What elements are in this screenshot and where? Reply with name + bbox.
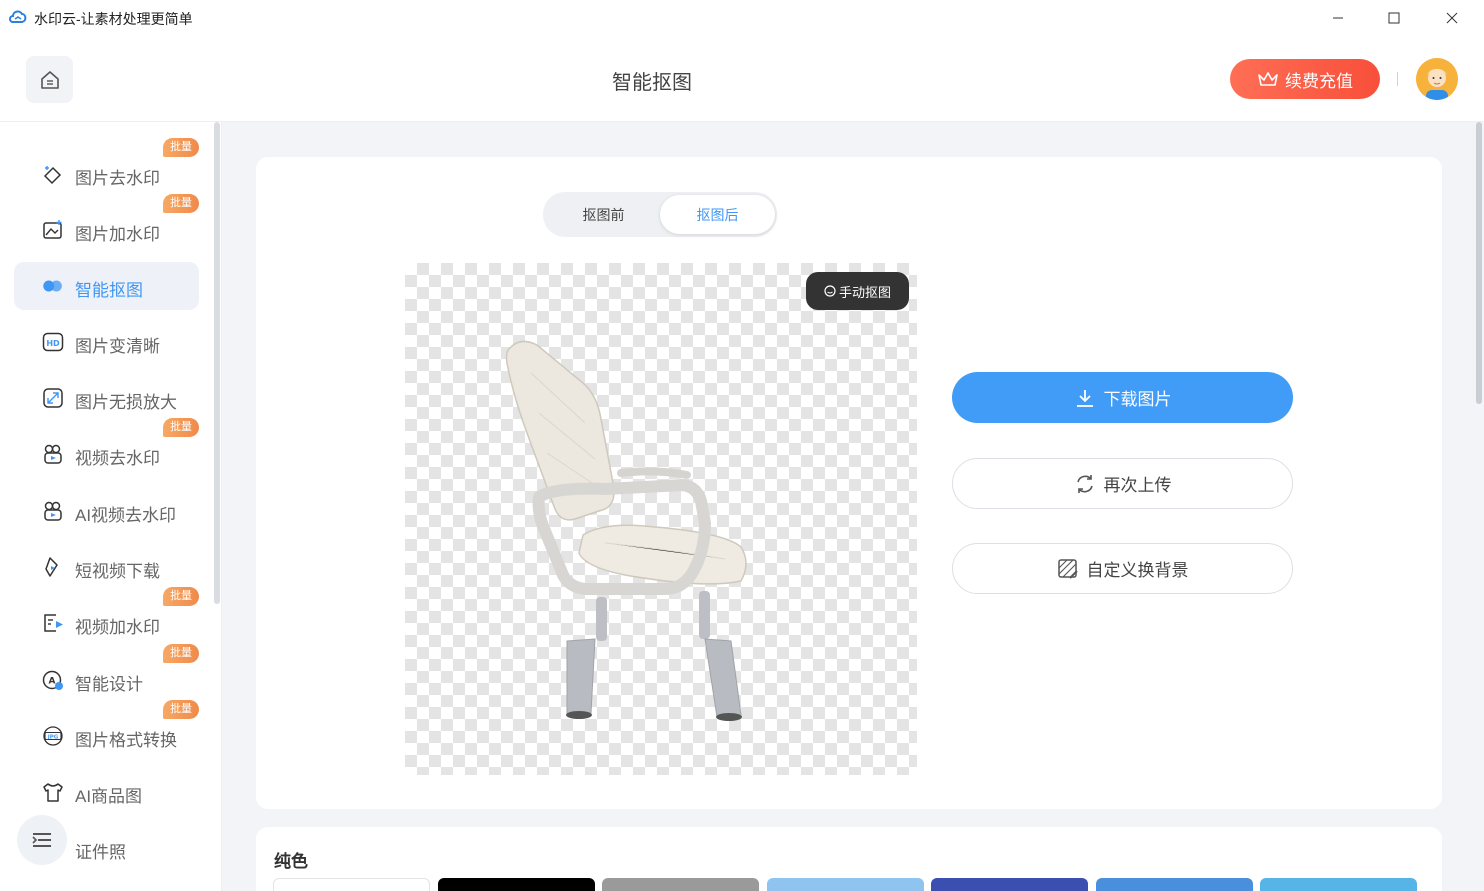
- window-title: 水印云-让素材处理更简单: [34, 11, 193, 27]
- image-add-watermark-icon: [43, 220, 62, 239]
- svg-text:HD: HD: [46, 339, 60, 348]
- sidebar-item-label: 图片无损放大: [75, 393, 177, 412]
- smile-icon: [824, 285, 836, 297]
- sidebar-item-short-video-download[interactable]: 短视频下载: [14, 543, 199, 591]
- app-header: 智能抠图 续费充值: [0, 36, 1484, 122]
- batch-badge: 批量: [163, 700, 199, 719]
- enlarge-icon: [43, 388, 63, 408]
- sidebar-item-label: 图片去水印: [75, 169, 160, 188]
- maximize-button[interactable]: [1371, 0, 1417, 36]
- reupload-button[interactable]: 再次上传: [952, 458, 1293, 509]
- reupload-label: 再次上传: [1103, 476, 1172, 495]
- close-icon: [1446, 12, 1458, 24]
- tab-after-cutout[interactable]: 抠图后: [660, 195, 775, 234]
- smart-design-icon: A: [42, 670, 63, 690]
- sidebar-item-label: AI商品图: [75, 787, 143, 806]
- content-scrollbar[interactable]: [1476, 122, 1482, 404]
- sidebar-item-label: 视频加水印: [75, 618, 160, 637]
- header-divider: [1397, 72, 1398, 86]
- swatch-blue[interactable]: [1096, 878, 1253, 891]
- title-bar: 水印云-让素材处理更简单: [0, 0, 1484, 36]
- hd-icon: HD: [42, 332, 64, 352]
- sidebar-item-image-sharpen[interactable]: HD 图片变清晰: [14, 318, 199, 366]
- sidebar-item-image-enlarge[interactable]: 图片无损放大: [14, 374, 199, 422]
- ai-product-image-icon: [43, 783, 63, 802]
- sidebar-item-label: 图片格式转换: [75, 731, 177, 750]
- swatch-gray[interactable]: [602, 878, 759, 891]
- crown-icon: [1258, 72, 1278, 86]
- swatch-black[interactable]: [438, 878, 595, 891]
- sidebar-scrollbar[interactable]: [214, 122, 220, 604]
- sidebar-item-video-add-watermark[interactable]: 视频加水印 批量: [14, 587, 199, 647]
- sidebar: 图片去水印 批量 图片加水印 批量 智能抠图 HD 图片变清晰 图片无损放大 视…: [0, 122, 222, 891]
- sidebar-item-ai-product-image[interactable]: AI商品图: [14, 768, 199, 816]
- image-remove-watermark-icon: [43, 166, 62, 185]
- jpg-convert-icon: JPG: [43, 726, 63, 746]
- sidebar-item-label: 短视频下载: [75, 562, 160, 581]
- sidebar-item-label: 图片加水印: [75, 225, 160, 244]
- sidebar-item-video-remove-watermark[interactable]: 视频去水印 批量: [14, 418, 199, 478]
- video-remove-watermark-icon: [44, 444, 62, 464]
- menu-collapse-icon: [32, 833, 51, 847]
- refresh-icon: [1076, 474, 1093, 493]
- renew-button[interactable]: 续费充值: [1230, 59, 1380, 99]
- collapse-menu-button[interactable]: [17, 815, 67, 865]
- download-icon: [1076, 389, 1093, 407]
- renew-label: 续费充值: [1285, 71, 1353, 91]
- sidebar-item-label: 智能抠图: [75, 281, 143, 300]
- manual-cutout-button[interactable]: 手动抠图: [806, 272, 909, 310]
- download-image-button[interactable]: 下载图片: [952, 372, 1293, 423]
- sidebar-item-smart-design[interactable]: A 智能设计 批量: [14, 644, 199, 704]
- ai-video-remove-watermark-icon: [44, 501, 62, 521]
- sidebar-item-image-remove-watermark[interactable]: 图片去水印 批量: [14, 138, 199, 198]
- sidebar-item-label: 图片变清晰: [75, 337, 160, 356]
- tab-before-cutout[interactable]: 抠图前: [546, 195, 661, 234]
- sidebar-item-label: AI视频去水印: [75, 506, 177, 525]
- sidebar-item-label: 视频去水印: [75, 449, 160, 468]
- short-video-download-icon: [45, 557, 58, 577]
- swatch-dark-blue[interactable]: [931, 878, 1088, 891]
- maximize-icon: [1388, 12, 1400, 24]
- svg-text:JPG: JPG: [47, 734, 59, 740]
- swatch-light-blue[interactable]: [767, 878, 924, 891]
- app-logo-icon: [9, 10, 27, 23]
- batch-badge: 批量: [163, 587, 199, 606]
- close-button[interactable]: [1429, 0, 1475, 36]
- minimize-icon: [1333, 17, 1343, 19]
- compare-toggle: 抠图前 抠图后: [543, 192, 777, 237]
- swatch-white[interactable]: [273, 878, 430, 891]
- batch-badge: 批量: [163, 644, 199, 663]
- cutout-chair-image: [505, 340, 747, 721]
- solid-color-title: 纯色: [274, 852, 308, 871]
- batch-badge: 批量: [163, 138, 199, 157]
- video-add-watermark-icon: [44, 614, 63, 632]
- minimize-button[interactable]: [1315, 0, 1361, 36]
- sidebar-item-image-format-convert[interactable]: JPG 图片格式转换 批量: [14, 700, 199, 760]
- batch-badge: 批量: [163, 194, 199, 213]
- sidebar-item-label: 智能设计: [75, 675, 143, 694]
- custom-background-label: 自定义换背景: [1086, 561, 1189, 580]
- swatch-sky-blue[interactable]: [1260, 878, 1417, 891]
- custom-background-icon: [1057, 558, 1078, 579]
- batch-badge: 批量: [163, 418, 199, 437]
- custom-background-button[interactable]: 自定义换背景: [952, 543, 1293, 594]
- sidebar-item-image-add-watermark[interactable]: 图片加水印 批量: [14, 194, 199, 254]
- avatar-icon: [1416, 58, 1458, 100]
- sidebar-item-ai-video-remove-watermark[interactable]: AI视频去水印: [14, 487, 199, 535]
- manual-cutout-label: 手动抠图: [838, 284, 891, 300]
- sidebar-item-smart-cutout[interactable]: 智能抠图: [14, 262, 199, 310]
- download-label: 下载图片: [1103, 390, 1172, 409]
- svg-text:A: A: [49, 677, 56, 687]
- page-title: 智能抠图: [612, 72, 692, 94]
- smart-cutout-icon: [43, 280, 62, 292]
- user-avatar[interactable]: [1416, 58, 1458, 100]
- sidebar-item-label: 证件照: [75, 843, 126, 862]
